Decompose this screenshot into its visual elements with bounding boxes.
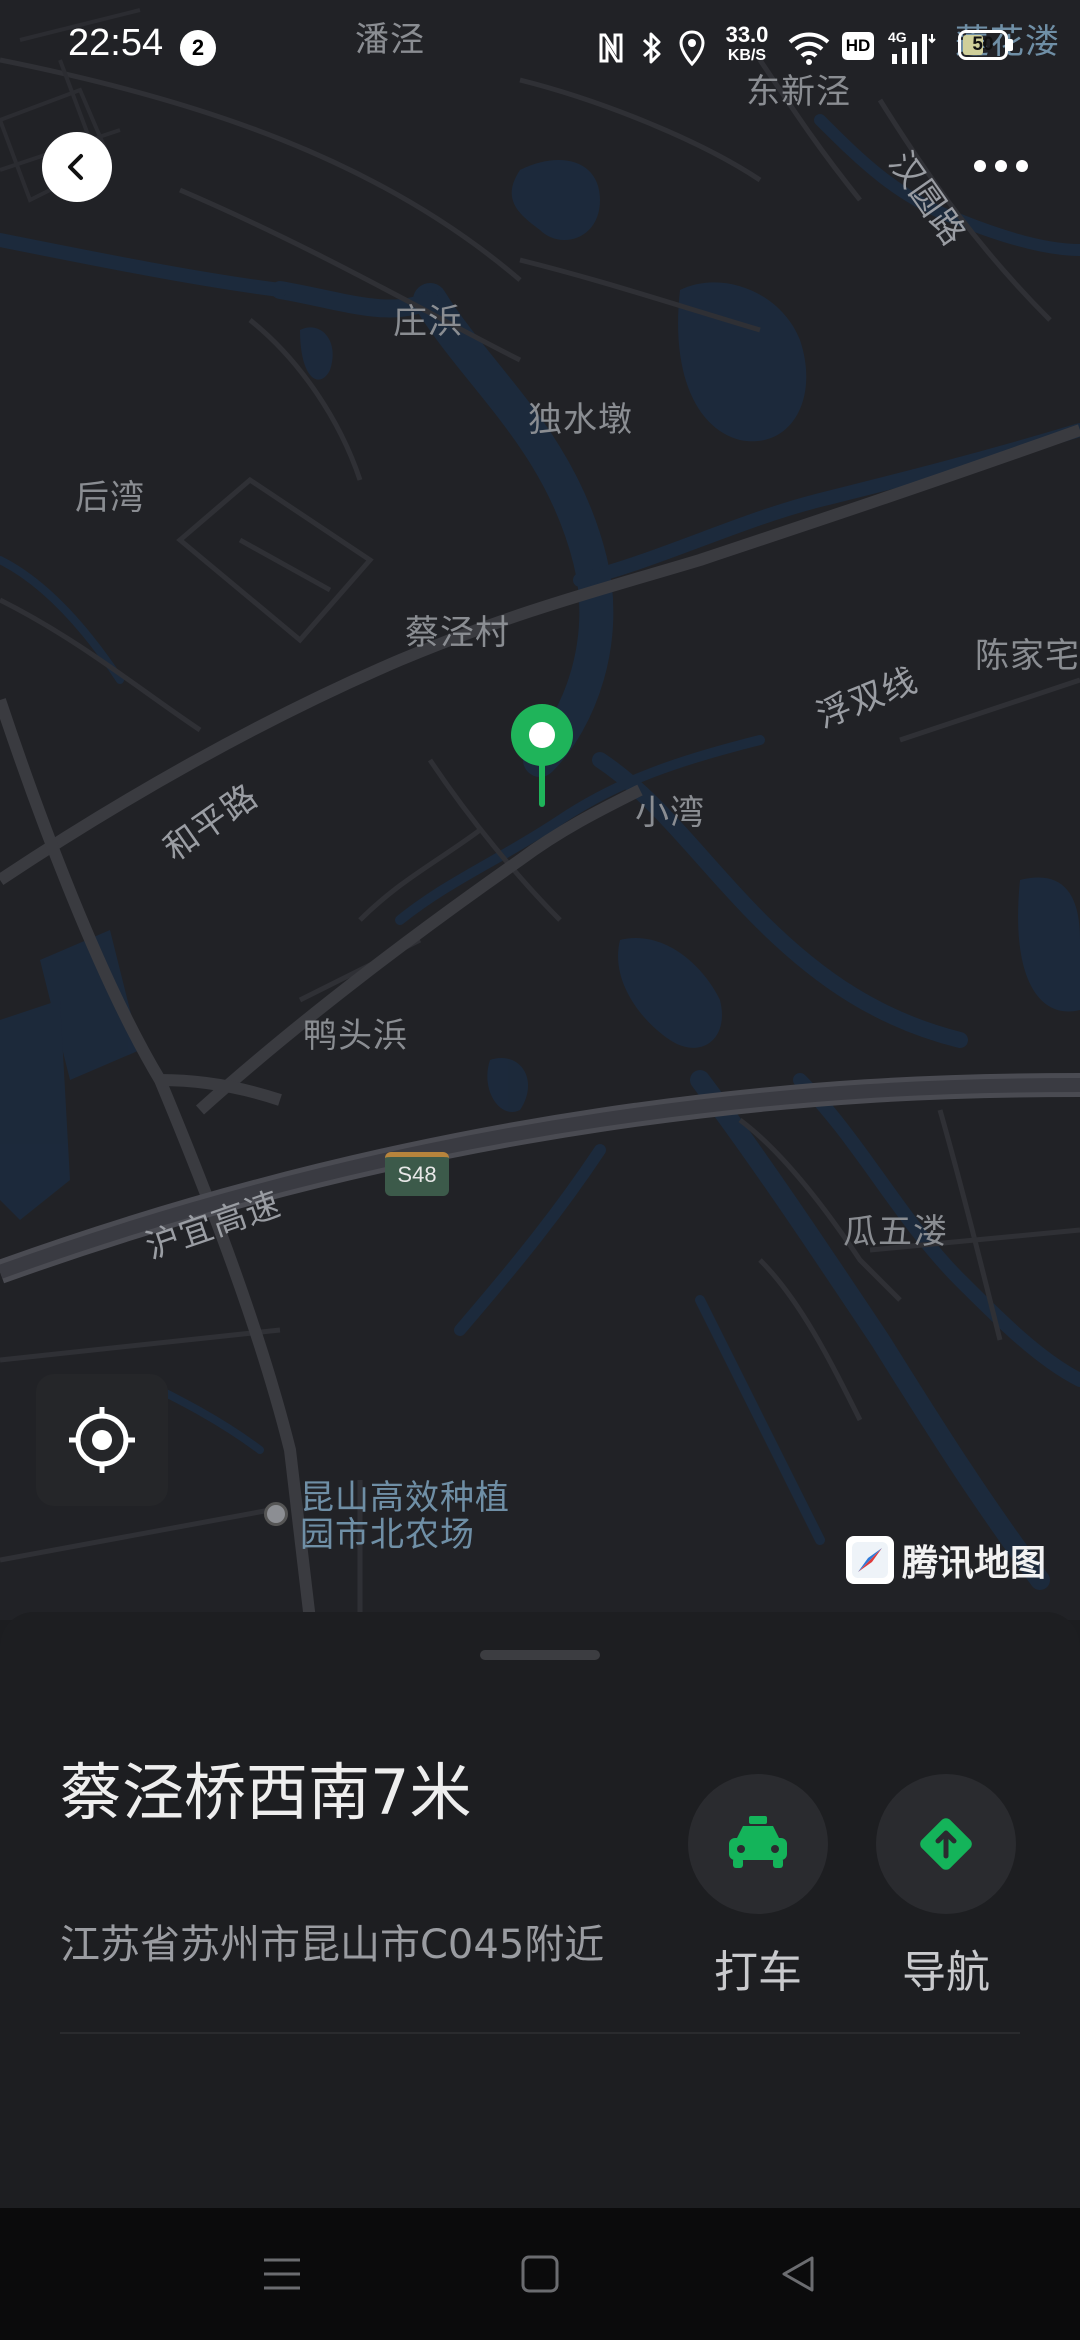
more-dots-icon [974,160,1028,172]
navigate-label: 导航 [902,1947,990,1998]
network-speed-unit: KB/S [727,47,767,64]
bluetooth-icon [636,26,668,70]
navigation-turn-icon [920,1818,972,1870]
system-nav-bar [0,2208,1080,2340]
map-label-zhuangbang: 庄浜 [393,302,463,342]
tencent-map-logo-icon [846,1536,894,1584]
map-view[interactable]: 潘泾 东新泾 莲花溇 汉圆路 庄浜 独水墩 后湾 蔡泾村 陈家宅 浮双线 和平路… [0,0,1080,1620]
map-label-xiaowan: 小湾 [635,793,705,833]
network-type-text: 4G [888,29,907,45]
taxi-button[interactable]: 打车 [688,1774,828,2000]
navigate-button[interactable]: 导航 [876,1774,1016,2000]
status-bar: 22:54 2 33.0 KB/S HD 4G 50 [0,0,1080,96]
network-speed-value: 33.0 [725,22,769,47]
location-icon [676,26,708,70]
poi-marker[interactable] [264,1502,288,1526]
map-label-chenjiazhai: 陈家宅 [975,636,1080,676]
map-label-houwan: 后湾 [75,478,145,518]
battery-icon: 50 [958,30,1008,60]
brand-name: 腾讯地图 [902,1543,1047,1584]
taxi-car-icon [729,1816,787,1868]
hd-badge: HD [842,32,874,60]
menu-icon [264,2258,300,2290]
battery-level-text: 50 [972,34,994,55]
poi-label-line2[interactable]: 园市北农场 [300,1507,475,1556]
back-button[interactable] [42,132,112,202]
route-shield-s48: S48 [385,1152,449,1196]
navigate-button-circle[interactable] [876,1774,1016,1914]
status-time: 22:54 [68,22,164,64]
map-label-dushuidun: 独水墩 [528,400,633,440]
sheet-divider [60,2032,1020,2034]
network-speed: 33.0 KB/S [718,24,776,64]
nav-home-button[interactable] [510,2244,570,2304]
map-label-yatoubang: 鸭头浜 [303,1016,408,1056]
taxi-label: 打车 [714,1947,802,1998]
nfc-icon [594,26,628,70]
battery-cap [1008,39,1013,51]
home-square-icon [521,2255,559,2293]
tencent-map-brand: 腾讯地图 [846,1534,1046,1586]
location-pin-icon [511,704,573,807]
taxi-button-circle[interactable] [688,1774,828,1914]
my-location-button[interactable] [36,1374,168,1506]
notification-count-badge: 2 [180,30,216,66]
crosshair-locate-icon [69,1407,135,1473]
place-address: 江苏省苏州市昆山市C045附近 [60,1922,605,1968]
map-label-caijingcun: 蔡泾村 [405,613,510,653]
more-options-button[interactable] [966,146,1036,186]
wifi-icon [784,26,834,70]
place-title: 蔡泾桥西南7米 [60,1756,472,1829]
map-base [0,8,1080,1620]
signal-icon: 4G [888,26,938,70]
back-triangle-icon [782,2256,814,2292]
nav-back-button[interactable] [768,2244,828,2304]
sheet-drag-handle[interactable] [480,1650,600,1660]
place-detail-sheet: 蔡泾桥西南7米 江苏省苏州市昆山市C045附近 打车 导航 [0,1612,1080,2208]
map-label-guawulou: 瓜五溇 [843,1212,948,1252]
nav-menu-button[interactable] [252,2244,312,2304]
chevron-left-icon [68,154,83,180]
